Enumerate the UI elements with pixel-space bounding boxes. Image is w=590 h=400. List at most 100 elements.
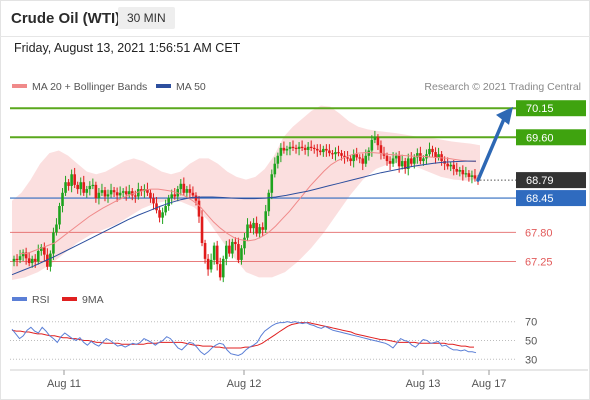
candle-body bbox=[70, 174, 73, 186]
candle-body bbox=[306, 146, 310, 150]
support-label-67.25: 67.25 bbox=[525, 257, 553, 269]
candle-body bbox=[470, 175, 474, 177]
candle-body bbox=[319, 150, 322, 153]
candle-body bbox=[134, 195, 137, 197]
candle-body bbox=[291, 146, 295, 148]
candle-body bbox=[370, 139, 374, 151]
candle-body bbox=[167, 198, 170, 206]
candle-body bbox=[61, 192, 64, 206]
candle-body bbox=[112, 190, 116, 193]
candle-body bbox=[467, 173, 471, 177]
rsi-legend-label: RSI bbox=[32, 294, 50, 306]
resistance-tag-text-70.15: 70.15 bbox=[526, 103, 554, 115]
candle-body bbox=[394, 155, 398, 159]
research-credit: Research © 2021 Trading Central bbox=[424, 81, 581, 93]
candle-body bbox=[334, 152, 337, 155]
candle-body bbox=[234, 241, 237, 245]
rsi-legend-swatch bbox=[12, 297, 27, 301]
candle-body bbox=[312, 147, 316, 150]
candle-body bbox=[121, 191, 125, 193]
candle-body bbox=[331, 153, 334, 155]
candle-body bbox=[300, 146, 304, 148]
candle-body bbox=[434, 152, 437, 158]
candle-body bbox=[303, 147, 307, 150]
candle-body bbox=[115, 192, 119, 196]
candle-body bbox=[397, 155, 401, 167]
candle-body bbox=[373, 137, 377, 140]
candle-body bbox=[352, 154, 355, 162]
candle-body bbox=[315, 148, 319, 151]
candle-body bbox=[36, 250, 40, 262]
candle-body bbox=[97, 192, 101, 199]
candle-body bbox=[55, 224, 58, 233]
candle-body bbox=[322, 148, 325, 153]
candle-body bbox=[473, 175, 477, 179]
candle-body bbox=[237, 244, 240, 260]
candle-body bbox=[449, 164, 453, 167]
candle-body bbox=[30, 258, 34, 264]
candle-body bbox=[103, 190, 107, 197]
candle-body bbox=[152, 198, 155, 204]
candle-body bbox=[431, 148, 434, 153]
candle-body bbox=[15, 258, 19, 261]
candle-body bbox=[385, 155, 389, 162]
candle-body bbox=[428, 148, 431, 155]
ma9-legend-swatch bbox=[62, 297, 77, 301]
candle-body bbox=[279, 147, 283, 156]
candle-body bbox=[325, 148, 328, 151]
candle-body bbox=[149, 192, 152, 199]
candle-body bbox=[200, 216, 204, 243]
forecast-arrow-head bbox=[496, 106, 513, 125]
candle-body bbox=[82, 182, 86, 193]
ma9-legend-label: 9MA bbox=[82, 294, 104, 306]
candle-body bbox=[337, 152, 340, 154]
candle-body bbox=[182, 183, 186, 193]
candle-body bbox=[273, 163, 277, 175]
candle-body bbox=[85, 189, 89, 193]
candle-body bbox=[194, 195, 198, 201]
support-label-67.80: 67.80 bbox=[525, 227, 553, 239]
candle-body bbox=[155, 203, 158, 211]
resistance-tag-text-69.60: 69.60 bbox=[526, 132, 554, 144]
candle-body bbox=[458, 170, 462, 172]
candle-body bbox=[409, 158, 413, 164]
rsi-tick-label: 70 bbox=[525, 317, 537, 329]
candle-body bbox=[173, 194, 177, 197]
candle-body bbox=[240, 248, 243, 260]
forecast-arrow-shaft bbox=[476, 117, 506, 182]
candle-body bbox=[127, 191, 131, 195]
time-tick-label: Aug 13 bbox=[406, 378, 441, 390]
candle-body bbox=[294, 147, 298, 150]
candle-body bbox=[346, 157, 349, 159]
candle-body bbox=[288, 146, 292, 149]
candle-body bbox=[21, 252, 25, 257]
candle-body bbox=[328, 150, 331, 154]
candle-body bbox=[18, 256, 22, 260]
current-price-tag-text: 68.79 bbox=[526, 175, 554, 187]
candle-body bbox=[437, 154, 440, 158]
candle-body bbox=[258, 227, 261, 234]
candle-body bbox=[58, 206, 61, 225]
candle-body bbox=[179, 183, 183, 190]
candle-body bbox=[164, 206, 167, 213]
candle-body bbox=[64, 182, 67, 193]
candle-body bbox=[367, 150, 371, 156]
candle-body bbox=[364, 155, 368, 164]
candle-body bbox=[349, 158, 352, 162]
candle-body bbox=[419, 153, 422, 162]
rsi-panel: 70 50 30 bbox=[10, 317, 537, 366]
candle-body bbox=[391, 158, 395, 164]
candle-body bbox=[94, 184, 98, 199]
candle-body bbox=[261, 227, 264, 230]
candle-body bbox=[255, 222, 258, 234]
candle-body bbox=[185, 189, 189, 193]
ma20-legend-label: MA 20 + Bollinger Bands bbox=[32, 81, 147, 93]
pivot-tag-text: 68.45 bbox=[526, 193, 554, 205]
time-axis: Aug 11 Aug 12 Aug 13 Aug 17 bbox=[10, 369, 588, 390]
candle-body bbox=[455, 169, 459, 172]
candle-body bbox=[170, 194, 173, 199]
candle-body bbox=[221, 258, 225, 278]
candle-body bbox=[203, 243, 207, 259]
candle-body bbox=[285, 148, 289, 151]
forecast-arrow bbox=[476, 106, 513, 182]
